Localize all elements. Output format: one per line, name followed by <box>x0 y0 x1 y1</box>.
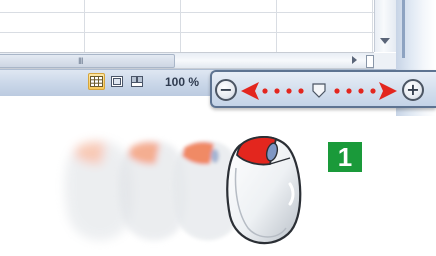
spreadsheet-grid[interactable] <box>0 0 374 53</box>
page-layout-icon <box>110 76 123 87</box>
left-arrow-icon <box>241 82 259 100</box>
scroll-down-arrow-icon[interactable] <box>380 38 390 44</box>
right-arrow-icon <box>379 82 397 100</box>
slider-track-dot <box>262 88 268 94</box>
mouse-icon <box>226 136 302 245</box>
zoom-in-button[interactable]: + <box>402 79 424 101</box>
page-layout-view-button[interactable] <box>108 73 125 90</box>
horizontal-scroll-thumb[interactable]: III <box>0 54 175 68</box>
page-break-preview-button[interactable] <box>128 73 145 90</box>
slider-track-dot <box>298 88 304 94</box>
grid-icon <box>90 76 103 87</box>
slider-track-dot <box>286 88 292 94</box>
split-box[interactable] <box>366 55 374 68</box>
slider-track-dot <box>274 88 280 94</box>
plus-circle-icon: + <box>406 79 420 99</box>
scroll-corner <box>374 53 396 69</box>
slider-track-dot <box>346 88 352 94</box>
zoom-slider[interactable] <box>239 80 399 102</box>
slider-track-dot <box>334 88 340 94</box>
scroll-right-arrow-icon[interactable] <box>352 56 357 64</box>
mouse-illustration <box>64 136 302 245</box>
zoom-slider-panel: − + <box>210 70 436 108</box>
excel-window: III 100 % − + <box>0 0 436 116</box>
view-buttons <box>88 73 145 91</box>
scroll-grip: III <box>78 56 83 66</box>
slider-track-dot <box>358 88 364 94</box>
window-border <box>402 0 405 58</box>
zoom-out-button[interactable]: − <box>215 79 237 101</box>
vertical-scrollbar[interactable] <box>374 0 397 52</box>
normal-view-button[interactable] <box>88 73 105 90</box>
slider-track-dot <box>370 88 376 94</box>
page-break-icon <box>130 76 143 87</box>
slider-thumb-icon[interactable] <box>312 83 326 98</box>
minus-circle-icon: − <box>219 79 233 99</box>
horizontal-scrollbar[interactable]: III <box>0 53 374 69</box>
step-number-badge: 1 <box>328 142 362 172</box>
zoom-level-label[interactable]: 100 % <box>160 74 204 90</box>
